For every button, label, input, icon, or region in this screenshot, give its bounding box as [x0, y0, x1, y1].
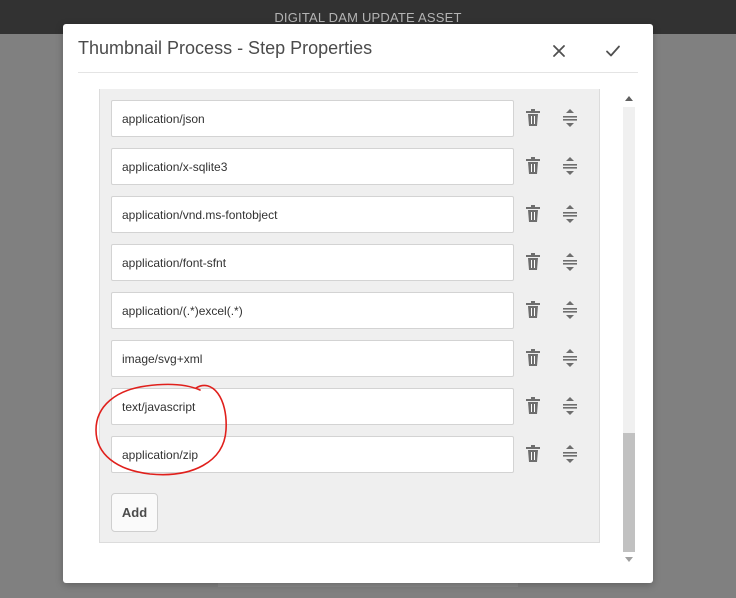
arrow-down-icon [625, 557, 633, 562]
delete-button[interactable] [521, 154, 545, 178]
trash-icon [526, 253, 540, 270]
reorder-handle[interactable] [558, 154, 582, 178]
mime-type-input[interactable] [111, 340, 514, 377]
reorder-handle[interactable] [558, 202, 582, 226]
delete-button[interactable] [521, 346, 545, 370]
trash-icon [526, 349, 540, 366]
dialog-divider [78, 72, 638, 73]
close-icon [553, 45, 565, 57]
delete-button[interactable] [521, 202, 545, 226]
mime-type-multifield: Add [99, 89, 600, 543]
trash-icon [526, 397, 540, 414]
mime-type-row [111, 244, 601, 281]
reorder-handle[interactable] [558, 106, 582, 130]
close-button[interactable] [546, 38, 572, 64]
trash-icon [526, 205, 540, 222]
checkmark-icon [606, 45, 620, 57]
backdrop-element [218, 583, 518, 587]
mime-type-row [111, 148, 601, 185]
delete-button[interactable] [521, 250, 545, 274]
scrollbar[interactable] [620, 89, 638, 568]
mime-type-row [111, 100, 601, 137]
trash-icon [526, 109, 540, 126]
step-properties-dialog: Thumbnail Process - Step Properties Add [63, 24, 653, 583]
delete-button[interactable] [521, 106, 545, 130]
trash-icon [526, 301, 540, 318]
mime-type-row [111, 436, 601, 473]
reorder-handle[interactable] [558, 394, 582, 418]
drag-handle-icon [563, 109, 577, 127]
mime-type-input[interactable] [111, 292, 514, 329]
drag-handle-icon [563, 205, 577, 223]
delete-button[interactable] [521, 298, 545, 322]
mime-type-row [111, 292, 601, 329]
drag-handle-icon [563, 445, 577, 463]
arrow-up-icon [625, 96, 633, 101]
drag-handle-icon [563, 301, 577, 319]
scroll-up-button[interactable] [623, 92, 635, 104]
trash-icon [526, 157, 540, 174]
mime-type-row [111, 388, 601, 425]
drag-handle-icon [563, 157, 577, 175]
dialog-title: Thumbnail Process - Step Properties [78, 38, 373, 58]
mime-type-row [111, 196, 601, 233]
trash-icon [526, 445, 540, 462]
delete-button[interactable] [521, 394, 545, 418]
mime-type-input[interactable] [111, 244, 514, 281]
drag-handle-icon [563, 349, 577, 367]
reorder-handle[interactable] [558, 442, 582, 466]
mime-type-input[interactable] [111, 388, 514, 425]
mime-type-input[interactable] [111, 100, 514, 137]
mime-type-row [111, 340, 601, 377]
drag-handle-icon [563, 253, 577, 271]
mime-type-input[interactable] [111, 148, 514, 185]
done-button[interactable] [600, 38, 626, 64]
mime-type-input[interactable] [111, 196, 514, 233]
reorder-handle[interactable] [558, 250, 582, 274]
add-button[interactable]: Add [111, 493, 158, 532]
scrollbar-thumb[interactable] [623, 433, 635, 552]
drag-handle-icon [563, 397, 577, 415]
delete-button[interactable] [521, 442, 545, 466]
scroll-down-button[interactable] [623, 554, 635, 566]
reorder-handle[interactable] [558, 298, 582, 322]
mime-type-input[interactable] [111, 436, 514, 473]
reorder-handle[interactable] [558, 346, 582, 370]
app-header-title: DIGITAL DAM UPDATE ASSET [274, 9, 462, 25]
